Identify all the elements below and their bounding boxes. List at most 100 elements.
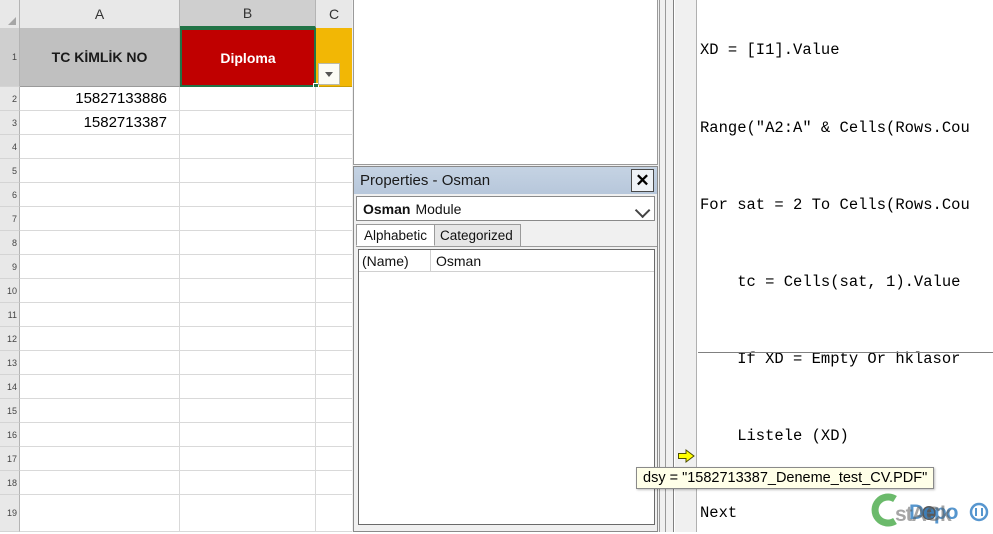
cell-c6[interactable]	[316, 183, 352, 207]
excel-worksheet-pane: A B C 1 2 3 4 5 6 7 8 9 10 11 12 13 14 1…	[0, 0, 352, 532]
project-explorer-blank-panel[interactable]	[353, 0, 658, 165]
cell-a19[interactable]	[20, 495, 180, 532]
cell-b10[interactable]	[180, 279, 316, 303]
cell-a5[interactable]	[20, 159, 180, 183]
cell-a15[interactable]	[20, 399, 180, 423]
vbe-docked-panes: Properties - Osman ✕ Osman Module Alphab…	[352, 0, 671, 532]
row-header-3[interactable]: 3	[0, 111, 20, 135]
tab-categorized[interactable]: Categorized	[432, 224, 521, 246]
cell-c9[interactable]	[316, 255, 352, 279]
row-header-10[interactable]: 10	[0, 279, 20, 303]
row-header-1[interactable]: 1	[0, 28, 20, 87]
pane-splitter-right[interactable]	[665, 0, 666, 532]
cell-b8[interactable]	[180, 231, 316, 255]
code-line-1: Range("A2:A" & Cells(Rows.Cou	[700, 118, 970, 137]
row-header-19[interactable]: 19	[0, 495, 20, 532]
properties-object-type: Module	[415, 200, 462, 217]
cell-b18[interactable]	[180, 471, 316, 495]
cell-c11[interactable]	[316, 303, 352, 327]
tab-alphabetic[interactable]: Alphabetic	[356, 224, 436, 246]
cell-a14[interactable]	[20, 375, 180, 399]
cell-a16[interactable]	[20, 423, 180, 447]
column-header-a[interactable]: A	[20, 0, 180, 28]
cell-c8[interactable]	[316, 231, 352, 255]
cell-c12[interactable]	[316, 327, 352, 351]
row-header-12[interactable]: 12	[0, 327, 20, 351]
cell-a4[interactable]	[20, 135, 180, 159]
row-header-7[interactable]: 7	[0, 207, 20, 231]
cell-c10[interactable]	[316, 279, 352, 303]
row-header-11[interactable]: 11	[0, 303, 20, 327]
cell-a11[interactable]	[20, 303, 180, 327]
cell-b5[interactable]	[180, 159, 316, 183]
cell-a17[interactable]	[20, 447, 180, 471]
cell-a12[interactable]	[20, 327, 180, 351]
cell-c4[interactable]	[316, 135, 352, 159]
select-all-corner[interactable]	[0, 0, 20, 28]
column-header-c[interactable]: C	[316, 0, 352, 28]
row-header-2[interactable]: 2	[0, 87, 20, 111]
cell-c13[interactable]	[316, 351, 352, 375]
row-header-6[interactable]: 6	[0, 183, 20, 207]
cell-c3[interactable]	[316, 111, 352, 135]
cell-a7[interactable]	[20, 207, 180, 231]
cell-b13[interactable]	[180, 351, 316, 375]
row-header-18[interactable]: 18	[0, 471, 20, 495]
properties-object-combobox[interactable]: Osman Module	[356, 196, 655, 221]
vba-code-window: XD = [I1].Value Range("A2:A" & Cells(Row…	[671, 0, 993, 532]
cell-c15[interactable]	[316, 399, 352, 423]
row-header-4[interactable]: 4	[0, 135, 20, 159]
cell-c17[interactable]	[316, 447, 352, 471]
cell-b17[interactable]	[180, 447, 316, 471]
cell-c19[interactable]	[316, 495, 352, 532]
cell-b15[interactable]	[180, 399, 316, 423]
row-header-8[interactable]: 8	[0, 231, 20, 255]
cell-c18[interactable]	[316, 471, 352, 495]
execution-pointer-arrow-icon	[678, 449, 695, 463]
cell-a3[interactable]: 1582713387	[20, 111, 180, 135]
cell-c14[interactable]	[316, 375, 352, 399]
row-header-9[interactable]: 9	[0, 255, 20, 279]
cell-b12[interactable]	[180, 327, 316, 351]
pane-splitter-left[interactable]	[659, 0, 660, 532]
autofilter-dropdown-button[interactable]	[318, 63, 340, 85]
code-line-6: Next	[700, 503, 738, 522]
row-header-17[interactable]: 17	[0, 447, 20, 471]
cell-b14[interactable]	[180, 375, 316, 399]
property-value[interactable]: Osman	[431, 250, 654, 271]
cell-b7[interactable]	[180, 207, 316, 231]
cell-b9[interactable]	[180, 255, 316, 279]
row-header-16[interactable]: 16	[0, 423, 20, 447]
row-header-5[interactable]: 5	[0, 159, 20, 183]
cell-b11[interactable]	[180, 303, 316, 327]
code-text-area[interactable]: XD = [I1].Value Range("A2:A" & Cells(Row…	[698, 0, 993, 532]
cell-c16[interactable]	[316, 423, 352, 447]
column-header-row: A B C	[0, 0, 352, 28]
row-header-14[interactable]: 14	[0, 375, 20, 399]
cell-b16[interactable]	[180, 423, 316, 447]
code-line-5: Listele (XD)	[700, 426, 849, 445]
cell-b1-selected[interactable]: Diploma	[180, 28, 316, 87]
cell-a10[interactable]	[20, 279, 180, 303]
cell-a2[interactable]: 15827133886	[20, 87, 180, 111]
cell-b4[interactable]	[180, 135, 316, 159]
close-icon[interactable]: ✕	[631, 169, 654, 192]
cell-a1[interactable]: TC KİMLİK NO	[20, 28, 180, 87]
cell-c2[interactable]	[316, 87, 352, 111]
row-header-15[interactable]: 15	[0, 399, 20, 423]
cell-a8[interactable]	[20, 231, 180, 255]
cell-b2[interactable]	[180, 87, 316, 111]
cell-b19[interactable]	[180, 495, 316, 532]
cell-a18[interactable]	[20, 471, 180, 495]
cell-c7[interactable]	[316, 207, 352, 231]
properties-title-bar[interactable]: Properties - Osman ✕	[354, 167, 657, 194]
cell-c5[interactable]	[316, 159, 352, 183]
cell-b6[interactable]	[180, 183, 316, 207]
cell-b3[interactable]	[180, 111, 316, 135]
cell-a9[interactable]	[20, 255, 180, 279]
column-header-b[interactable]: B	[180, 0, 316, 28]
cell-a6[interactable]	[20, 183, 180, 207]
row-header-13[interactable]: 13	[0, 351, 20, 375]
property-row-name[interactable]: (Name) Osman	[359, 250, 654, 272]
cell-a13[interactable]	[20, 351, 180, 375]
